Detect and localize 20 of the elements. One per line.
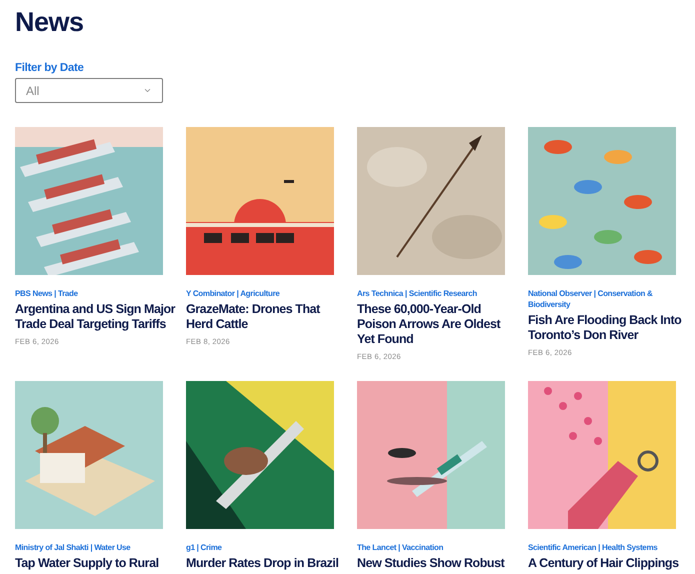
article-source[interactable]: The Lancet | Vaccination bbox=[357, 542, 520, 553]
date-filter-select[interactable]: All bbox=[15, 78, 163, 103]
article-title[interactable]: Tap Water Supply to Rural bbox=[15, 556, 178, 571]
article-source[interactable]: Ministry of Jal Shakti | Water Use bbox=[15, 542, 178, 553]
article-source[interactable]: Ars Technica | Scientific Research bbox=[357, 288, 520, 299]
page-title: News bbox=[15, 6, 85, 39]
chevron-down-icon bbox=[143, 86, 152, 95]
article-source[interactable]: Y Combinator | Agriculture bbox=[186, 288, 349, 299]
article-title[interactable]: These 60,000-Year-Old Poison Arrows Are Oldest Yet Found bbox=[357, 302, 520, 347]
article-title[interactable]: New Studies Show Robust bbox=[357, 556, 520, 571]
article-source[interactable]: g1 | Crime bbox=[186, 542, 349, 553]
article-source[interactable]: National Observer | Conservation & Biodiversity bbox=[528, 288, 691, 310]
article-title[interactable]: GrazeMate: Drones That Herd Cattle bbox=[186, 302, 349, 332]
article-source[interactable]: PBS News | Trade bbox=[15, 288, 178, 299]
article-title[interactable]: Murder Rates Drop in Brazil bbox=[186, 556, 349, 571]
article-title[interactable]: Argentina and US Sign Major Trade Deal Targeting Tariffs bbox=[15, 302, 178, 332]
filter-label: Filter by Date bbox=[15, 62, 85, 74]
article-source[interactable]: Scientific American | Health Systems bbox=[528, 542, 691, 553]
article-title[interactable]: Fish Are Flooding Back Into Toronto’s Don River bbox=[528, 313, 691, 343]
article-title[interactable]: A Century of Hair Clippings bbox=[528, 556, 691, 571]
